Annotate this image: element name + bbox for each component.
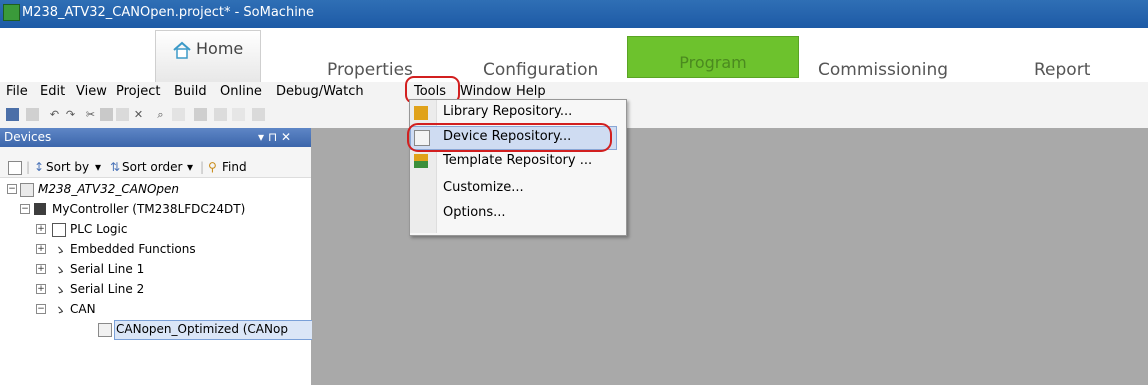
tree-item-can[interactable]: CAN — [70, 302, 96, 316]
tab-configuration[interactable]: Configuration — [483, 60, 598, 80]
app-icon — [3, 4, 20, 21]
template-icon — [414, 154, 428, 168]
tab-home-label: Home — [196, 39, 244, 58]
connector-icon: ゝ — [54, 303, 67, 317]
home-icon — [173, 41, 191, 59]
tree-item-embedded-functions[interactable]: Embedded Functions — [70, 242, 196, 256]
add-device-icon[interactable] — [8, 161, 22, 175]
menu-edit[interactable]: Edit — [40, 84, 65, 99]
menu-window[interactable]: Window — [460, 84, 511, 99]
sort-order-icon: ⇅ — [110, 160, 121, 174]
toolbar-icon-d[interactable] — [252, 108, 265, 121]
window-title: M238_ATV32_CANOpen.project* - SoMachine — [22, 5, 315, 20]
menu-item-template-repository[interactable]: Template Repository ... — [443, 153, 592, 168]
collapse-toggle[interactable]: − — [20, 204, 30, 214]
binoculars-icon: ⚲ — [208, 160, 217, 174]
chevron-down-icon[interactable]: ▾ — [95, 160, 101, 174]
toolbar-icon-a[interactable] — [194, 108, 207, 121]
tree-item-project[interactable]: M238_ATV32_CANOpen — [38, 182, 179, 196]
save-icon[interactable] — [6, 108, 19, 121]
undo-icon[interactable]: ↶ — [48, 108, 61, 121]
tree-item-serial-line-1[interactable]: Serial Line 1 — [70, 262, 144, 276]
find-button[interactable]: Find — [222, 160, 247, 174]
menu-online[interactable]: Online — [220, 84, 262, 99]
menu-build[interactable]: Build — [174, 84, 207, 99]
tab-home[interactable]: Home — [155, 30, 261, 83]
toolbar-separator: | — [200, 160, 205, 174]
connector-icon: ゝ — [54, 243, 67, 257]
expand-toggle[interactable]: + — [36, 264, 46, 274]
tab-report[interactable]: Report — [1034, 60, 1090, 80]
collapse-toggle[interactable]: − — [7, 184, 17, 194]
tree-item-plc-logic[interactable]: PLC Logic — [70, 222, 127, 236]
cut-icon[interactable]: ✂ — [84, 108, 97, 121]
connector-icon: ゝ — [54, 263, 67, 277]
delete-icon[interactable]: ✕ — [132, 108, 145, 121]
sort-order-button[interactable]: Sort order — [122, 160, 182, 174]
sort-icon: ↕ — [34, 160, 45, 174]
toolbar-icon-b[interactable] — [214, 108, 227, 121]
toolbar-separator: | — [26, 160, 31, 174]
expand-toggle[interactable]: + — [36, 284, 46, 294]
books-icon — [414, 106, 428, 120]
menu-item-library-repository[interactable]: Library Repository... — [443, 104, 572, 119]
tab-program[interactable]: Program — [627, 36, 799, 78]
tree-item-canopen-optimized[interactable]: CANopen_Optimized (CANop — [116, 322, 288, 336]
copy-icon[interactable] — [100, 108, 113, 121]
controller-icon — [34, 203, 46, 215]
menu-view[interactable]: View — [76, 84, 107, 99]
canopen-device-icon — [98, 323, 112, 337]
plc-logic-icon — [52, 223, 66, 237]
print-icon[interactable] — [26, 108, 39, 121]
menu-file[interactable]: File — [6, 84, 28, 99]
sort-by-button[interactable]: Sort by — [46, 160, 89, 174]
menu-project[interactable]: Project — [116, 84, 160, 99]
devices-title: Devices — [4, 130, 52, 144]
tab-properties[interactable]: Properties — [327, 60, 413, 80]
menu-debug-watch[interactable]: Debug/Watch — [276, 84, 364, 99]
tree-item-controller[interactable]: MyController (TM238LFDC24DT) — [52, 202, 245, 216]
connector-icon: ゝ — [54, 283, 67, 297]
expand-toggle[interactable]: + — [36, 244, 46, 254]
menu-help[interactable]: Help — [516, 84, 546, 99]
collapse-toggle[interactable]: − — [36, 304, 46, 314]
menu-item-customize[interactable]: Customize... — [443, 180, 524, 195]
replace-icon[interactable] — [172, 108, 185, 121]
pane-controls[interactable]: ▾ ⊓ ✕ — [258, 130, 291, 144]
device-repository-highlight-circle — [407, 123, 612, 152]
expand-toggle[interactable]: + — [36, 224, 46, 234]
chevron-down-icon[interactable]: ▾ — [187, 160, 193, 174]
tree-item-serial-line-2[interactable]: Serial Line 2 — [70, 282, 144, 296]
tab-program-label: Program — [679, 53, 747, 72]
toolbar-icon-c[interactable] — [232, 108, 245, 121]
find-icon[interactable]: ⌕ — [154, 108, 167, 121]
redo-icon[interactable]: ↷ — [64, 108, 77, 121]
menu-item-options[interactable]: Options... — [443, 205, 506, 220]
paste-icon[interactable] — [116, 108, 129, 121]
project-icon — [20, 183, 34, 197]
tab-commissioning[interactable]: Commissioning — [818, 60, 948, 80]
